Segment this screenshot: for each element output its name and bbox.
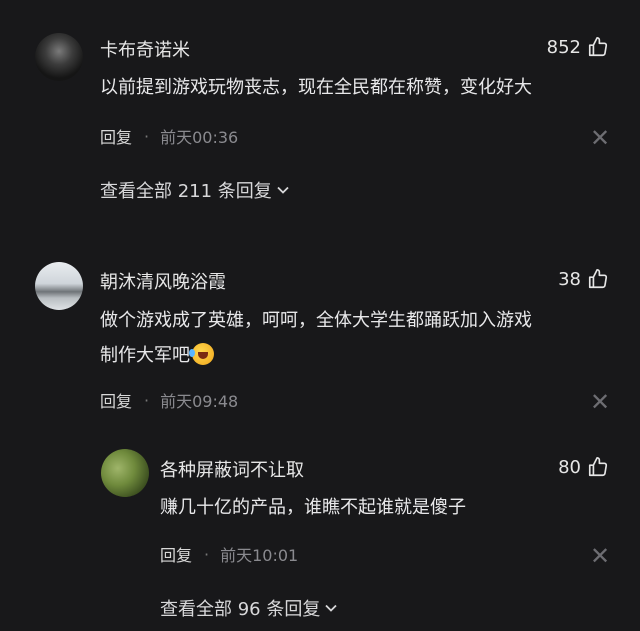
chevron-down-icon	[325, 604, 337, 612]
view-replies-label: 查看全部 96 条回复	[160, 599, 321, 620]
separator-dot: ·	[144, 126, 150, 146]
reply-button[interactable]: 回复	[160, 542, 192, 566]
view-replies-button[interactable]: 查看全部 96 条回复	[160, 595, 338, 621]
comment-line: 以前提到游戏玩物丧志，现在全民都在称赞，变化好大	[100, 77, 532, 98]
close-icon[interactable]: ✕	[590, 390, 610, 414]
thumbs-up-icon	[588, 269, 608, 289]
like-count: 38	[558, 268, 581, 290]
view-replies-button[interactable]: 查看全部 211 条回复	[100, 177, 290, 203]
like-button[interactable]: 38	[558, 268, 609, 290]
timestamp: 前天00:36	[160, 128, 239, 147]
reply-button[interactable]: 回复	[100, 388, 132, 412]
thumbs-up-icon	[588, 457, 608, 477]
like-count: 80	[558, 456, 581, 478]
reply-button[interactable]: 回复	[100, 124, 132, 148]
close-icon[interactable]: ✕	[590, 544, 610, 568]
timestamp: 前天10:01	[220, 546, 299, 565]
username[interactable]: 各种屏蔽词不让取	[160, 456, 304, 482]
like-button[interactable]: 80	[558, 456, 609, 478]
username[interactable]: 卡布奇诺米	[100, 36, 190, 62]
comment-line: 制作大军吧	[100, 345, 190, 366]
separator-dot: ·	[144, 390, 150, 410]
chevron-down-icon	[277, 186, 289, 194]
comment-text: 以前提到游戏玩物丧志，现在全民都在称赞，变化好大	[100, 70, 532, 105]
thumbs-up-icon	[588, 37, 608, 57]
comment-meta: 回复 · 前天09:48	[100, 388, 238, 412]
avatar[interactable]	[101, 449, 149, 497]
comment-meta: 回复 · 前天00:36	[100, 124, 238, 148]
comment-line: 做个游戏成了英雄，呵呵，全体大学生都踊跃加入游戏	[100, 310, 532, 331]
laughing-tears-emoji-icon	[189, 343, 214, 365]
separator-dot: ·	[204, 544, 210, 564]
reply-meta: 回复 · 前天10:01	[160, 542, 298, 566]
avatar[interactable]	[35, 262, 83, 310]
like-count: 852	[546, 36, 581, 58]
close-icon[interactable]: ✕	[590, 126, 610, 150]
reply-text: 赚几十亿的产品，谁瞧不起谁就是傻子	[160, 497, 466, 518]
timestamp: 前天09:48	[160, 392, 239, 411]
comment-text: 做个游戏成了英雄，呵呵，全体大学生都踊跃加入游戏 制作大军吧	[100, 303, 532, 373]
comment-line-wrap: 制作大军吧	[100, 338, 532, 373]
avatar[interactable]	[35, 33, 83, 81]
like-button[interactable]: 852	[547, 36, 609, 58]
view-replies-label: 查看全部 211 条回复	[100, 181, 272, 202]
username[interactable]: 朝沐清风晚浴霞	[100, 268, 226, 294]
